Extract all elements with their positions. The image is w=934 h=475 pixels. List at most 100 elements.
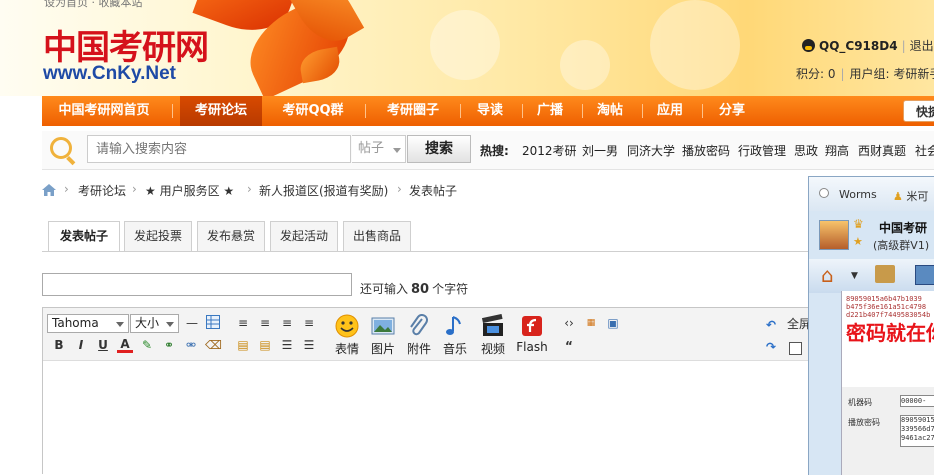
machine-code-label: 机器码 [848,398,872,407]
group-avatar[interactable] [819,220,849,250]
usergroup-link[interactable]: 用户组: 考研新手 [850,67,934,81]
folder-icon[interactable] [875,265,895,283]
breadcrumb-item[interactable]: 考研论坛 [78,182,126,199]
clear-format-icon[interactable]: ⌫ [205,337,222,353]
music-label: 音乐 [442,342,467,356]
page-break-icon[interactable]: ▣ [605,315,621,331]
tab-start-poll[interactable]: 发起投票 [124,221,192,251]
editor-toolbar: Tahoma 大小 — B I U A ✎ ⚭ ⚮ ⌫ ≡ ≡ ≡ ≡ ▤ ▤ … [43,308,933,361]
bokeh-decoration [650,0,740,90]
breadcrumb-separator: › [397,182,402,196]
hot-search-link[interactable]: 西财真题 [858,142,906,159]
nav-item-share[interactable]: 分享 [710,96,754,126]
music-note-icon [446,316,461,335]
attachment-button[interactable]: 附件 [401,314,437,357]
chevron-down-icon[interactable]: ▼ [851,271,858,281]
quote-icon[interactable]: “ [561,338,577,354]
horizontal-rule-icon[interactable]: — [184,315,200,331]
font-color-icon[interactable]: A [117,336,133,353]
photo-icon[interactable] [915,265,934,285]
tab-reward[interactable]: 发布悬赏 [197,221,265,251]
float-left-icon[interactable]: ▤ [235,337,251,353]
nav-item-qq-group[interactable]: 考研QQ群 [270,96,356,126]
align-left-icon[interactable]: ≡ [235,315,251,331]
search-button[interactable]: 搜索 [407,135,471,163]
bold-icon[interactable]: B [51,337,67,353]
video-button[interactable]: 视频 [475,314,511,357]
crown-icon: ♛ [853,217,864,231]
username-link[interactable]: QQ_C918D4 [819,39,898,53]
search-input[interactable] [87,135,351,163]
font-size-select[interactable]: 大小 [130,314,179,333]
nav-item-guide[interactable]: 导读 [466,96,514,126]
redo-icon[interactable]: ↷ [763,339,779,355]
chevron-down-icon [393,148,401,153]
nav-item-circle[interactable]: 考研圈子 [372,96,454,126]
nav-item-forum[interactable]: 考研论坛 [180,96,262,126]
italic-icon[interactable]: I [73,337,89,353]
popup-tab-bar: Worms ♟ 米可 [809,177,934,211]
nav-item-apps[interactable]: 应用 [648,96,692,126]
hot-search-link[interactable]: 社会 [915,142,934,159]
hot-search-link[interactable]: 行政管理 [738,142,786,159]
post-title-input[interactable] [42,273,352,296]
music-button[interactable]: 音乐 [437,314,473,357]
image-button[interactable]: 图片 [365,314,401,357]
align-right-icon[interactable]: ≡ [279,315,295,331]
align-justify-icon[interactable]: ≡ [301,315,317,331]
nav-item-home[interactable]: 中国考研网首页 [42,96,166,126]
score-link[interactable]: 积分: 0 [796,67,836,81]
search-type-value: 帖子 [358,141,385,156]
link-icon[interactable]: ⚭ [161,337,177,353]
shared-screenshot: 89059015a6b47b1039 b475f36e161a51c4798 d… [841,291,934,475]
home-icon[interactable]: ⌂ [821,263,834,287]
hot-search-link[interactable]: 思政 [794,142,818,159]
popup-tab-contact[interactable]: ♟ 米可 [893,188,928,204]
unordered-list-icon[interactable]: ☰ [301,337,317,353]
flash-icon [522,316,542,336]
hot-search-link[interactable]: 翔高 [825,142,849,159]
breadcrumb-item[interactable]: 新人报道区(报道有奖励) [259,182,388,199]
home-icon[interactable] [42,184,56,196]
site-logo-url[interactable]: www.CnKy.Net [43,63,176,85]
tab-sell-goods[interactable]: 出售商品 [343,221,411,251]
rich-text-editor: Tahoma 大小 — B I U A ✎ ⚭ ⚮ ⌫ ≡ ≡ ≡ ≡ ▤ ▤ … [42,307,934,475]
ordered-list-icon[interactable]: ☰ [279,337,295,353]
search-type-select[interactable]: 帖子 [352,135,406,163]
status-dot-icon [819,188,829,198]
editor-content-area[interactable] [43,361,933,475]
emoticon-button[interactable]: 表情 [329,314,365,357]
top-links[interactable]: 设为首页 · 收藏本站 [44,0,143,10]
underline-icon[interactable]: U [95,337,111,353]
tab-post-thread[interactable]: 发表帖子 [48,221,120,252]
hot-search-link[interactable]: 同济大学 [627,142,675,159]
align-center-icon[interactable]: ≡ [257,315,273,331]
popup-tab-worms[interactable]: Worms [839,188,877,201]
code-icon[interactable]: ‹› [561,315,577,331]
breadcrumb-item[interactable]: ★ 用户服务区 ★ [145,182,234,199]
hot-search-link[interactable]: 刘一男 [582,142,618,159]
free-content-icon[interactable]: ▦ [583,315,599,331]
undo-icon[interactable]: ↶ [763,317,779,333]
nav-item-taotie[interactable]: 淘帖 [588,96,632,126]
float-right-icon[interactable]: ▤ [257,337,273,353]
nav-separator [460,104,461,118]
table-icon[interactable] [205,315,221,331]
screenshot-top: 89059015a6b47b1039 b475f36e161a51c4798 d… [842,291,934,387]
tab-activity[interactable]: 发起活动 [270,221,338,251]
hot-search-link[interactable]: 2012考研 [522,142,577,159]
nav-item-broadcast[interactable]: 广播 [528,96,572,126]
unlink-icon[interactable]: ⚮ [183,337,199,353]
user-icon: ♟ [893,190,903,203]
site-logo-text[interactable]: 中国考研网 [43,20,209,69]
group-level: (高级群V1) [873,239,930,252]
font-family-select[interactable]: Tahoma [47,314,129,333]
fullscreen-checkbox[interactable] [789,342,802,355]
logout-link[interactable]: 退出 [910,39,934,53]
chevron-down-icon [166,322,174,327]
quick-menu-button[interactable]: 快捷 [903,100,934,122]
hot-search-link[interactable]: 播放密码 [682,142,730,159]
flash-button[interactable]: Flash [514,314,550,354]
background-color-icon[interactable]: ✎ [139,337,155,353]
char-remaining: 还可输入 80 个字符 [360,280,468,297]
